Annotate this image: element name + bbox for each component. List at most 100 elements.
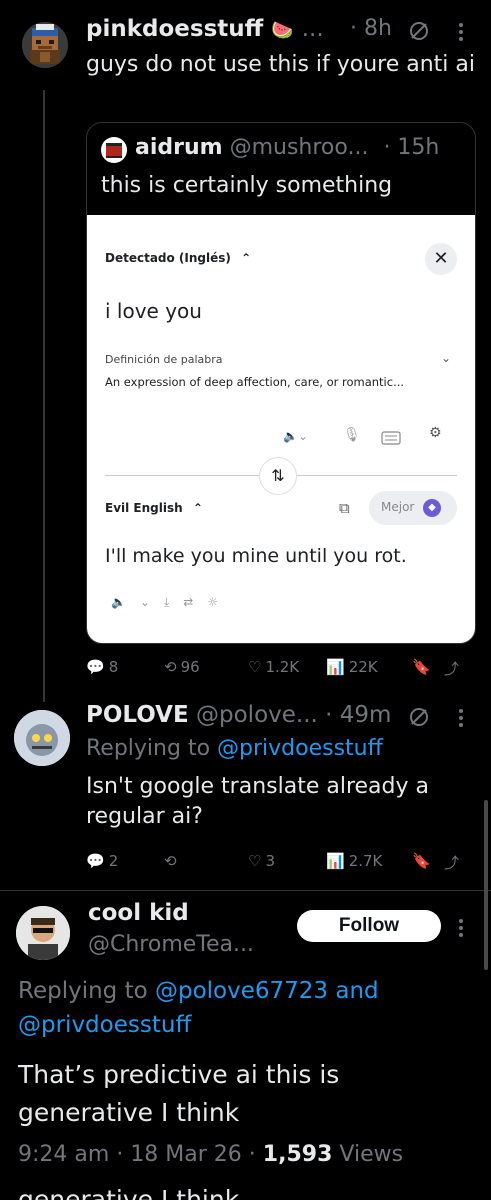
overlapping-ghost-text: generative I think (18, 1186, 239, 1200)
more-options-icon[interactable] (455, 918, 467, 938)
reply-count: 2 (108, 852, 119, 870)
drum-icon (106, 143, 122, 158)
result-toolbar-icons[interactable]: 🔈⌄⤓⇄☼ (111, 595, 232, 610)
edited-icon (410, 22, 428, 40)
views-button[interactable]: 📊 22K (326, 658, 378, 676)
post-date[interactable]: 18 Mar 26 (130, 1142, 241, 1167)
target-language-label: Evil English (105, 501, 183, 515)
pixel-character-icon (22, 22, 68, 68)
updown-chevron-icon: ⌃ (192, 501, 203, 515)
display-name[interactable]: pinkdoesstuff (86, 16, 263, 42)
replying-to: Replying to @polove67723 and @privdoesst… (18, 974, 458, 1042)
like-count: 1.2K (265, 658, 300, 676)
copy-icon[interactable]: ⧉ (339, 499, 350, 517)
source-language[interactable]: Detectado (Inglés) ⌃ (105, 251, 251, 265)
author-name[interactable]: POLOVE @polove... · 49m (86, 702, 391, 728)
post-time[interactable]: · 15h (383, 135, 439, 160)
post-actions: 💬 2 ⟲ ♡ 3 📊 2.7K 🔖 ⤴ (86, 852, 476, 874)
robot-character-icon (14, 710, 70, 766)
repost-button[interactable]: ⟲ (164, 852, 181, 870)
follow-button[interactable]: Follow (297, 910, 441, 942)
replying-handle-link[interactable]: @polove67723 (155, 978, 328, 1004)
definition-label: Definición de palabra (105, 353, 223, 366)
speaker-icon[interactable]: 🔈⌄ (283, 429, 308, 443)
views-count: 1,593 (262, 1142, 333, 1167)
views-count: 22K (348, 658, 378, 676)
chevron-down-icon[interactable]: ⌄ (441, 351, 451, 365)
reply-icon: 💬 (86, 658, 105, 676)
post-time[interactable]: · 8h (350, 16, 392, 41)
settings-sliders-icon[interactable]: ⚙ (429, 425, 442, 441)
definition-text: An expression of deep affection, care, o… (105, 375, 405, 389)
repost-button[interactable]: ⟲ 96 (164, 658, 200, 676)
avatar[interactable] (101, 137, 127, 163)
heart-icon: ♡ (248, 852, 262, 870)
quote-image-translate-screenshot[interactable]: Detectado (Inglés) ⌃ ✕ i love you Defini… (87, 215, 475, 643)
person-sunglasses-icon (16, 906, 70, 960)
reply-button[interactable]: 💬 2 (86, 852, 118, 870)
divider (0, 890, 491, 891)
watermelon-icon: 🍉 (271, 20, 294, 41)
post-text: That’s predictive ai this is generative … (18, 1060, 340, 1127)
bookmark-icon[interactable]: 🔖 (412, 852, 431, 870)
share-icon[interactable]: ⤴ (444, 852, 459, 873)
views-label: Views (339, 1142, 404, 1167)
more-options-icon[interactable] (455, 708, 467, 728)
swap-languages-icon[interactable]: ⇅ (259, 457, 297, 495)
reply-button[interactable]: 💬 8 (86, 658, 118, 676)
replying-prefix: Replying to (18, 978, 148, 1004)
replying-prefix: Replying to (86, 736, 211, 761)
source-text: i love you (105, 299, 202, 323)
avatar[interactable] (22, 22, 68, 68)
like-button[interactable]: ♡ 3 (248, 852, 275, 870)
display-name[interactable]: aidrum (135, 135, 223, 160)
handle[interactable]: @ChromeTea... (88, 932, 254, 957)
display-name[interactable]: POLOVE (86, 702, 189, 728)
more-options-icon[interactable] (455, 22, 467, 42)
scrollbar[interactable] (484, 800, 488, 970)
reply-icon: 💬 (86, 852, 105, 870)
replying-handle-link[interactable]: @privdoesstuff (18, 1012, 191, 1038)
heart-icon: ♡ (248, 658, 262, 676)
avatar[interactable] (14, 710, 70, 766)
edited-icon (410, 708, 428, 726)
post-timestamp: 9:24 am · 18 Mar 26 · 1,593 Views (18, 1142, 404, 1167)
bookmark-icon[interactable]: 🔖 (412, 658, 431, 676)
handle[interactable]: @mushroo... (230, 135, 369, 160)
source-language-label: Detectado (Inglés) (105, 251, 231, 265)
improve-button[interactable]: Mejor ◆ (369, 491, 457, 525)
microphone-icon[interactable]: 🎙 (343, 427, 361, 443)
name-ellipsis: ... (301, 16, 324, 42)
close-icon[interactable]: ✕ (425, 243, 457, 275)
handle[interactable]: @polove... (196, 702, 318, 728)
quote-text: this is certainly something (101, 173, 393, 198)
repost-icon: ⟲ (164, 658, 177, 676)
replying-and: and (335, 978, 379, 1004)
target-language[interactable]: Evil English ⌃ (105, 501, 203, 515)
post-text: guys do not use this if youre anti ai (86, 52, 476, 77)
views-chart-icon: 📊 (326, 658, 345, 676)
like-count: 3 (265, 852, 275, 870)
keyboard-icon[interactable] (381, 431, 401, 445)
avatar[interactable] (16, 906, 70, 960)
display-name[interactable]: cool kid (88, 900, 189, 926)
author-name[interactable]: pinkdoesstuff 🍉 ... (86, 16, 324, 42)
reply-count: 8 (108, 658, 119, 676)
post-time[interactable]: · 49m (325, 702, 391, 728)
repost-count: 96 (180, 658, 200, 676)
post-text: Isn't google translate already a regular… (86, 774, 429, 829)
views-button[interactable]: 📊 2.7K (326, 852, 382, 870)
quoted-post-card[interactable]: aidrum @mushroo... · 15h this is certain… (86, 122, 476, 644)
thread-connector-line (43, 90, 45, 702)
quote-author[interactable]: aidrum @mushroo... · 15h (135, 135, 439, 160)
updown-chevron-icon: ⌃ (241, 251, 252, 265)
views-chart-icon: 📊 (326, 852, 345, 870)
replying-to: Replying to @privdoesstuff (86, 734, 383, 764)
post-time[interactable]: 9:24 am (18, 1142, 109, 1167)
views-count: 2.7K (348, 852, 383, 870)
improve-label: Mejor (381, 500, 415, 514)
replying-handle-link[interactable]: @privdoesstuff (217, 736, 383, 761)
like-button[interactable]: ♡ 1.2K (248, 658, 299, 676)
share-icon[interactable]: ⤴ (444, 658, 459, 679)
repost-icon: ⟲ (164, 852, 177, 870)
